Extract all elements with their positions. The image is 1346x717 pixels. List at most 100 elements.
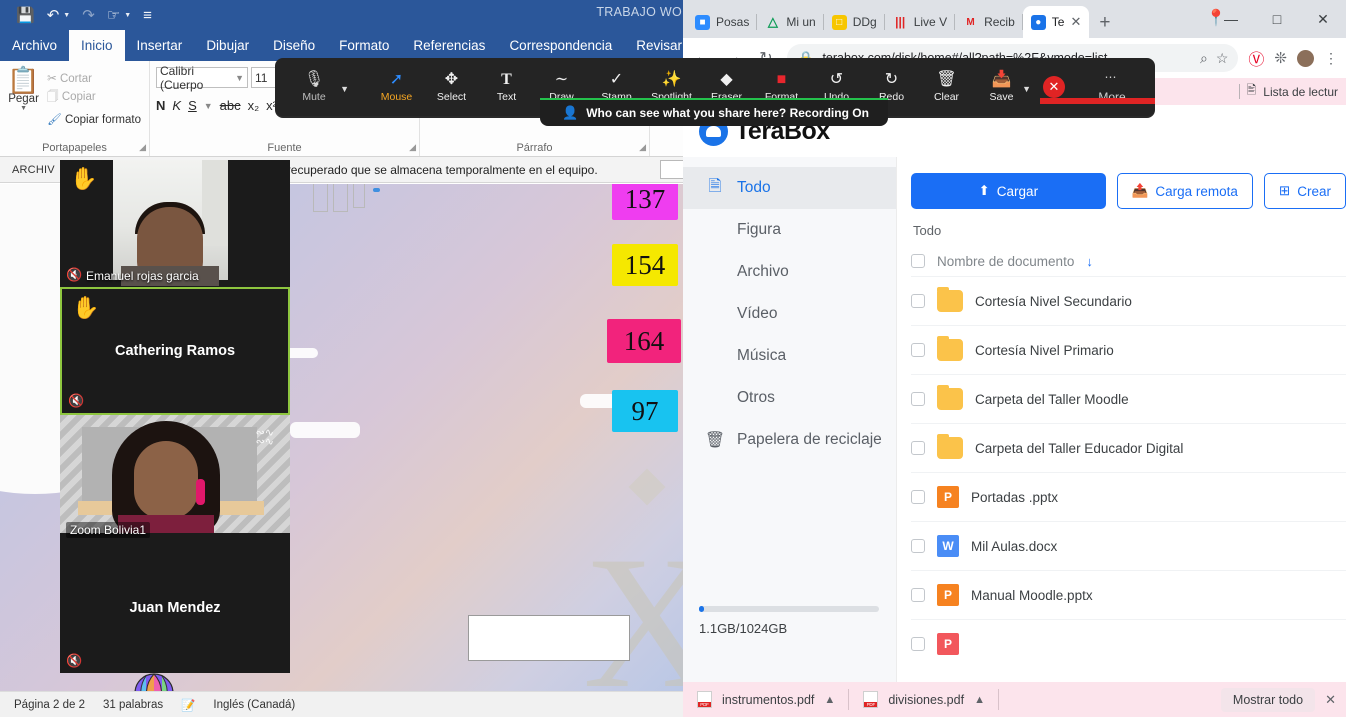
tab-inicio[interactable]: Inicio bbox=[69, 30, 125, 61]
row-checkbox[interactable] bbox=[911, 441, 925, 455]
close-downloads-bar-icon[interactable]: ✕ bbox=[1315, 692, 1346, 708]
select-all-checkbox[interactable] bbox=[911, 254, 925, 268]
clipboard-dialog-launcher[interactable]: ◢ bbox=[139, 142, 146, 153]
upload-button[interactable]: ⬆ Cargar bbox=[911, 173, 1106, 209]
sidebar-item-archivo[interactable]: Archivo bbox=[683, 251, 896, 293]
table-row[interactable]: W Mil Aulas.docx bbox=[911, 521, 1346, 570]
row-checkbox[interactable] bbox=[911, 343, 925, 357]
row-checkbox[interactable] bbox=[911, 637, 925, 651]
row-checkbox[interactable] bbox=[911, 294, 925, 308]
undo-dropdown-icon[interactable]: ▼ bbox=[63, 12, 70, 19]
create-button[interactable]: ⊞ Crear bbox=[1263, 173, 1346, 209]
sidebar-item-papelera[interactable]: 🗑 Papelera de reciclaje bbox=[683, 419, 896, 461]
browser-tab-recibidos[interactable]: M Recib bbox=[955, 6, 1023, 38]
row-checkbox[interactable] bbox=[911, 392, 925, 406]
tab-dibujar[interactable]: Dibujar bbox=[194, 30, 261, 61]
recording-share-banner[interactable]: 👤 Who can see what you share here? Recor… bbox=[540, 100, 888, 126]
new-tab-button[interactable]: + bbox=[1089, 12, 1120, 38]
file-name[interactable]: Portadas .pptx bbox=[971, 490, 1058, 505]
tab-revisar[interactable]: Revisar bbox=[624, 30, 690, 61]
sidebar-item-figura[interactable]: Figura bbox=[683, 209, 896, 251]
browser-tab-live[interactable]: ||| Live V bbox=[885, 6, 956, 38]
file-name[interactable]: Cortesía Nivel Primario bbox=[975, 343, 1114, 358]
subscript-button[interactable]: x₂ bbox=[248, 98, 260, 113]
table-row[interactable]: P Portadas .pptx bbox=[911, 472, 1346, 521]
chevron-up-icon[interactable]: ▲ bbox=[824, 694, 835, 706]
close-annotation-toolbar-button[interactable]: ✕ bbox=[1043, 76, 1065, 98]
tab-archivo[interactable]: Archivo bbox=[0, 30, 69, 61]
bold-button[interactable]: N bbox=[156, 98, 165, 113]
underline-dropdown-icon[interactable]: ▼ bbox=[204, 101, 213, 111]
tab-diseno[interactable]: Diseño bbox=[261, 30, 327, 61]
sidebar-item-otros[interactable]: Otros bbox=[683, 377, 896, 419]
message-bar-action-button[interactable] bbox=[660, 160, 684, 179]
annotate-select-tool[interactable]: ✥ Select bbox=[424, 71, 479, 103]
chevron-down-icon[interactable]: ▼ bbox=[1022, 84, 1031, 94]
annotate-clear-button[interactable]: 🗑 Clear bbox=[919, 71, 974, 103]
file-name[interactable]: Cortesía Nivel Secundario bbox=[975, 294, 1132, 309]
paste-button[interactable]: 📋 Pegar ▼ bbox=[6, 65, 41, 128]
font-dialog-launcher[interactable]: ◢ bbox=[409, 142, 416, 153]
chevron-up-icon[interactable]: ▲ bbox=[974, 694, 985, 706]
zoom-magnifier-icon[interactable]: ⌕ bbox=[1200, 50, 1208, 67]
close-tab-icon[interactable]: ✕ bbox=[1070, 14, 1081, 30]
browser-tab-ddg[interactable]: □ DDg bbox=[824, 6, 885, 38]
download-item-instrumentos[interactable]: instrumentos.pdf ▲ bbox=[683, 682, 850, 717]
format-painter-button[interactable]: 🖌 Copiar formato bbox=[45, 110, 143, 128]
tab-insertar[interactable]: Insertar bbox=[125, 30, 195, 61]
file-name[interactable]: Mil Aulas.docx bbox=[971, 539, 1057, 554]
puzzle-icon[interactable]: ❊ bbox=[1274, 49, 1287, 67]
row-checkbox[interactable] bbox=[911, 588, 925, 602]
strikethrough-button[interactable]: abc bbox=[220, 98, 241, 113]
tab-referencias[interactable]: Referencias bbox=[401, 30, 497, 61]
browser-tab-terabox[interactable]: ● Te ✕ bbox=[1022, 6, 1090, 38]
font-name-input[interactable]: Calibri (Cuerpo ▼ bbox=[156, 64, 248, 92]
chevron-down-icon[interactable]: ▼ bbox=[235, 73, 244, 83]
table-row[interactable]: Cortesía Nivel Secundario bbox=[911, 276, 1346, 325]
save-icon[interactable]: 💾 bbox=[16, 8, 35, 23]
annotate-save-button[interactable]: 📥 Save ▼ bbox=[974, 71, 1031, 103]
sort-desc-arrow-icon[interactable]: ↓ bbox=[1086, 254, 1093, 269]
browser-tab-posas[interactable]: ■ Posas bbox=[687, 6, 758, 38]
star-icon[interactable]: ☆ bbox=[1216, 50, 1229, 67]
page-indicator[interactable]: Página 2 de 2 bbox=[14, 699, 85, 711]
touch-mode-dropdown-icon[interactable]: ▼ bbox=[124, 12, 131, 19]
file-name[interactable]: Carpeta del Taller Moodle bbox=[975, 392, 1129, 407]
table-row[interactable]: P bbox=[911, 619, 1346, 668]
table-row[interactable]: Carpeta del Taller Educador Digital bbox=[911, 423, 1346, 472]
sidebar-item-video[interactable]: Vídeo bbox=[683, 293, 896, 335]
mute-button[interactable]: 🎙 Mute ▼ bbox=[275, 71, 353, 103]
table-row[interactable]: Cortesía Nivel Primario bbox=[911, 325, 1346, 374]
italic-button[interactable]: K bbox=[172, 98, 181, 113]
pinterest-icon[interactable]: Ⓥ bbox=[1248, 46, 1264, 70]
annotate-mouse-tool[interactable]: ➚ Mouse bbox=[369, 71, 424, 103]
table-row[interactable]: Carpeta del Taller Moodle bbox=[911, 374, 1346, 423]
redo-icon[interactable]: ↷ bbox=[82, 8, 95, 23]
maximize-icon[interactable]: □ bbox=[1254, 11, 1300, 27]
menu-dots-icon[interactable]: ⋮ bbox=[1324, 50, 1338, 67]
participant-tile-cathering[interactable]: ✋ Cathering Ramos 🔇 bbox=[60, 287, 290, 415]
avatar-icon[interactable] bbox=[1297, 49, 1314, 67]
sidebar-item-todo[interactable]: 🗎 Todo bbox=[683, 167, 896, 209]
sidebar-item-musica[interactable]: Música bbox=[683, 335, 896, 377]
language-indicator[interactable]: Inglés (Canadá) bbox=[213, 699, 295, 711]
customize-qat-icon[interactable]: ≡ bbox=[143, 8, 152, 23]
browser-tab-mi-unidad[interactable]: △ Mi un bbox=[757, 6, 824, 38]
proofing-icon[interactable]: 📝 bbox=[181, 698, 195, 712]
show-all-downloads-button[interactable]: Mostrar todo bbox=[1220, 687, 1316, 712]
row-checkbox[interactable] bbox=[911, 490, 925, 504]
file-name[interactable]: Manual Moodle.pptx bbox=[971, 588, 1093, 603]
touch-mode-icon[interactable]: ☞ bbox=[107, 8, 120, 23]
paragraph-dialog-launcher[interactable]: ◢ bbox=[639, 142, 646, 153]
chevron-down-icon[interactable]: ▼ bbox=[340, 84, 349, 94]
underline-button[interactable]: S bbox=[188, 98, 197, 113]
reading-list-label[interactable]: Lista de lectur bbox=[1263, 85, 1338, 99]
participant-tile-emanuel[interactable]: ✋ 🔇 Emanuel rojas garcia bbox=[60, 160, 290, 287]
table-row[interactable]: P Manual Moodle.pptx bbox=[911, 570, 1346, 619]
cut-button[interactable]: ✂ Cortar bbox=[45, 69, 143, 87]
tab-correspondencia[interactable]: Correspondencia bbox=[497, 30, 624, 61]
annotate-text-tool[interactable]: T Text bbox=[479, 71, 534, 103]
close-icon[interactable]: ✕ bbox=[1300, 11, 1346, 28]
row-checkbox[interactable] bbox=[911, 539, 925, 553]
copy-button[interactable]: 🗍 Copiar bbox=[45, 87, 143, 110]
